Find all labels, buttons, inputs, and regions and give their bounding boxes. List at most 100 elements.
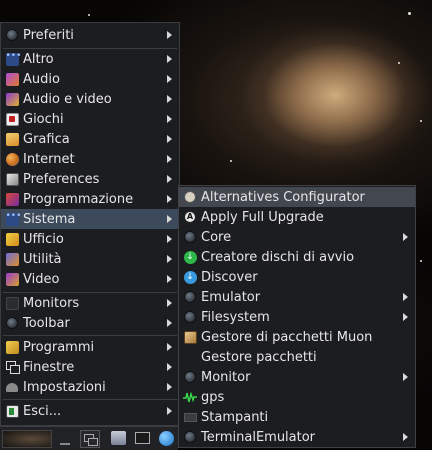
star bbox=[398, 62, 400, 64]
taskbar-spacer bbox=[56, 430, 76, 448]
submenu-item-core[interactable]: Core bbox=[179, 227, 415, 247]
terminal-icon[interactable] bbox=[134, 430, 152, 448]
chevron-right-icon bbox=[167, 175, 172, 183]
other-icon: ••• bbox=[5, 51, 21, 66]
star bbox=[420, 120, 422, 122]
package-manager-icon bbox=[183, 350, 197, 364]
menu-item-label: Altro bbox=[23, 51, 54, 67]
video-icon bbox=[5, 272, 19, 286]
menu-item-label: Finestre bbox=[23, 359, 75, 375]
submenu-item-filesystem[interactable]: Filesystem bbox=[179, 307, 415, 327]
submenu-item-apply-full-upgrade[interactable]: A Apply Full Upgrade bbox=[179, 207, 415, 227]
menu-item-utilita[interactable]: Utilità bbox=[1, 249, 179, 269]
submenu-item-label: TerminalEmulator bbox=[201, 429, 316, 445]
menu-item-programmazione[interactable]: Programmazione bbox=[1, 189, 179, 209]
chevron-right-icon bbox=[167, 75, 172, 83]
chevron-right-icon bbox=[167, 95, 172, 103]
chevron-right-icon bbox=[403, 313, 408, 321]
menu-item-label: Audio bbox=[23, 71, 60, 87]
menu-item-audio-video[interactable]: Audio e video bbox=[1, 89, 179, 109]
terminal-emulator-icon bbox=[183, 430, 197, 444]
office-icon bbox=[5, 232, 19, 246]
utilities-icon bbox=[5, 252, 19, 266]
system-submenu: Alternatives Configurator A Apply Full U… bbox=[178, 185, 416, 448]
submenu-item-label: Core bbox=[201, 229, 232, 245]
submenu-item-monitor[interactable]: Monitor bbox=[179, 367, 415, 387]
menu-item-audio[interactable]: Audio bbox=[1, 69, 179, 89]
web-browser-icon[interactable] bbox=[158, 430, 176, 448]
menu-item-sistema[interactable]: ••• Sistema bbox=[1, 209, 179, 229]
submenu-item-stampanti[interactable]: Stampanti bbox=[179, 407, 415, 427]
star bbox=[230, 160, 232, 162]
submenu-item-alternatives-configurator[interactable]: Alternatives Configurator bbox=[179, 187, 415, 207]
discover-icon: ↓ bbox=[183, 270, 197, 284]
emulator-icon bbox=[183, 290, 197, 304]
menu-item-giochi[interactable]: Giochi bbox=[1, 109, 179, 129]
audio-icon bbox=[5, 72, 19, 86]
submenu-item-gps[interactable]: gps bbox=[179, 387, 415, 407]
menu-item-impostazioni[interactable]: Impostazioni bbox=[1, 377, 179, 397]
submenu-item-label: Creatore dischi di avvio bbox=[201, 249, 355, 265]
menu-item-internet[interactable]: Internet bbox=[1, 149, 179, 169]
menu-item-ufficio[interactable]: Ufficio bbox=[1, 229, 179, 249]
internet-icon bbox=[5, 152, 19, 166]
chevron-right-icon bbox=[167, 115, 172, 123]
chevron-right-icon bbox=[167, 255, 172, 263]
submenu-item-discover[interactable]: ↓ Discover bbox=[179, 267, 415, 287]
menu-item-preferiti[interactable]: Preferiti bbox=[1, 25, 179, 45]
submenu-item-label: gps bbox=[201, 389, 225, 405]
submenu-item-terminalemulator[interactable]: TerminalEmulator bbox=[179, 427, 415, 447]
menu-item-label: Giochi bbox=[23, 111, 64, 127]
menu-item-programmi[interactable]: Programmi bbox=[1, 337, 179, 357]
chevron-right-icon bbox=[167, 363, 172, 371]
submenu-item-label: Monitor bbox=[201, 369, 251, 385]
menu-item-finestre[interactable]: Finestre bbox=[1, 357, 179, 377]
programs-icon bbox=[5, 340, 19, 354]
menu-item-label: Internet bbox=[23, 151, 75, 167]
menu-item-grafica[interactable]: Grafica bbox=[1, 129, 179, 149]
games-icon bbox=[5, 112, 19, 126]
submenu-item-label: Emulator bbox=[201, 289, 261, 305]
core-icon bbox=[183, 230, 197, 244]
chevron-right-icon bbox=[403, 373, 408, 381]
menu-item-label: Preferences bbox=[23, 171, 100, 187]
menu-item-preferences[interactable]: Preferences bbox=[1, 169, 179, 189]
menu-item-video[interactable]: Video bbox=[1, 269, 179, 289]
chevron-right-icon bbox=[167, 31, 172, 39]
menu-separator bbox=[3, 335, 177, 336]
submenu-item-label: Apply Full Upgrade bbox=[201, 209, 324, 225]
menu-item-altro[interactable]: ••• Altro bbox=[1, 49, 179, 69]
development-icon bbox=[5, 192, 19, 206]
window-switcher-icon[interactable] bbox=[80, 430, 100, 448]
desktop-preview-thumbnail[interactable] bbox=[2, 430, 52, 448]
submenu-item-emulator[interactable]: Emulator bbox=[179, 287, 415, 307]
startup-disk-icon: ↓ bbox=[183, 250, 197, 264]
exit-icon bbox=[5, 404, 19, 418]
submenu-item-gestore-pacchetti[interactable]: Gestore pacchetti bbox=[179, 347, 415, 367]
favorites-icon bbox=[5, 28, 19, 42]
menu-item-label: Toolbar bbox=[23, 315, 70, 331]
taskbar bbox=[0, 426, 178, 450]
chevron-right-icon bbox=[167, 135, 172, 143]
submenu-item-label: Alternatives Configurator bbox=[201, 189, 365, 205]
menu-item-toolbar[interactable]: Toolbar bbox=[1, 313, 179, 333]
chevron-right-icon bbox=[167, 195, 172, 203]
chevron-right-icon bbox=[167, 215, 172, 223]
menu-item-label: Video bbox=[23, 271, 60, 287]
submenu-item-label: Stampanti bbox=[201, 409, 269, 425]
chevron-right-icon bbox=[167, 407, 172, 415]
preferences-icon bbox=[5, 172, 19, 186]
file-manager-icon[interactable] bbox=[110, 430, 128, 448]
menu-item-label: Audio e video bbox=[23, 91, 112, 107]
submenu-item-creatore-dischi[interactable]: ↓ Creatore dischi di avvio bbox=[179, 247, 415, 267]
submenu-item-label: Filesystem bbox=[201, 309, 270, 325]
submenu-item-muon[interactable]: Gestore di pacchetti Muon bbox=[179, 327, 415, 347]
submenu-item-label: Discover bbox=[201, 269, 258, 285]
main-menu: Preferiti ••• Altro Audio Audio e video … bbox=[0, 22, 180, 426]
menu-item-label: Esci... bbox=[23, 403, 62, 419]
gps-icon bbox=[183, 390, 197, 404]
menu-item-esci[interactable]: Esci... bbox=[1, 401, 179, 421]
chevron-right-icon bbox=[167, 343, 172, 351]
menu-item-monitors[interactable]: Monitors bbox=[1, 293, 179, 313]
muon-icon bbox=[183, 330, 197, 344]
